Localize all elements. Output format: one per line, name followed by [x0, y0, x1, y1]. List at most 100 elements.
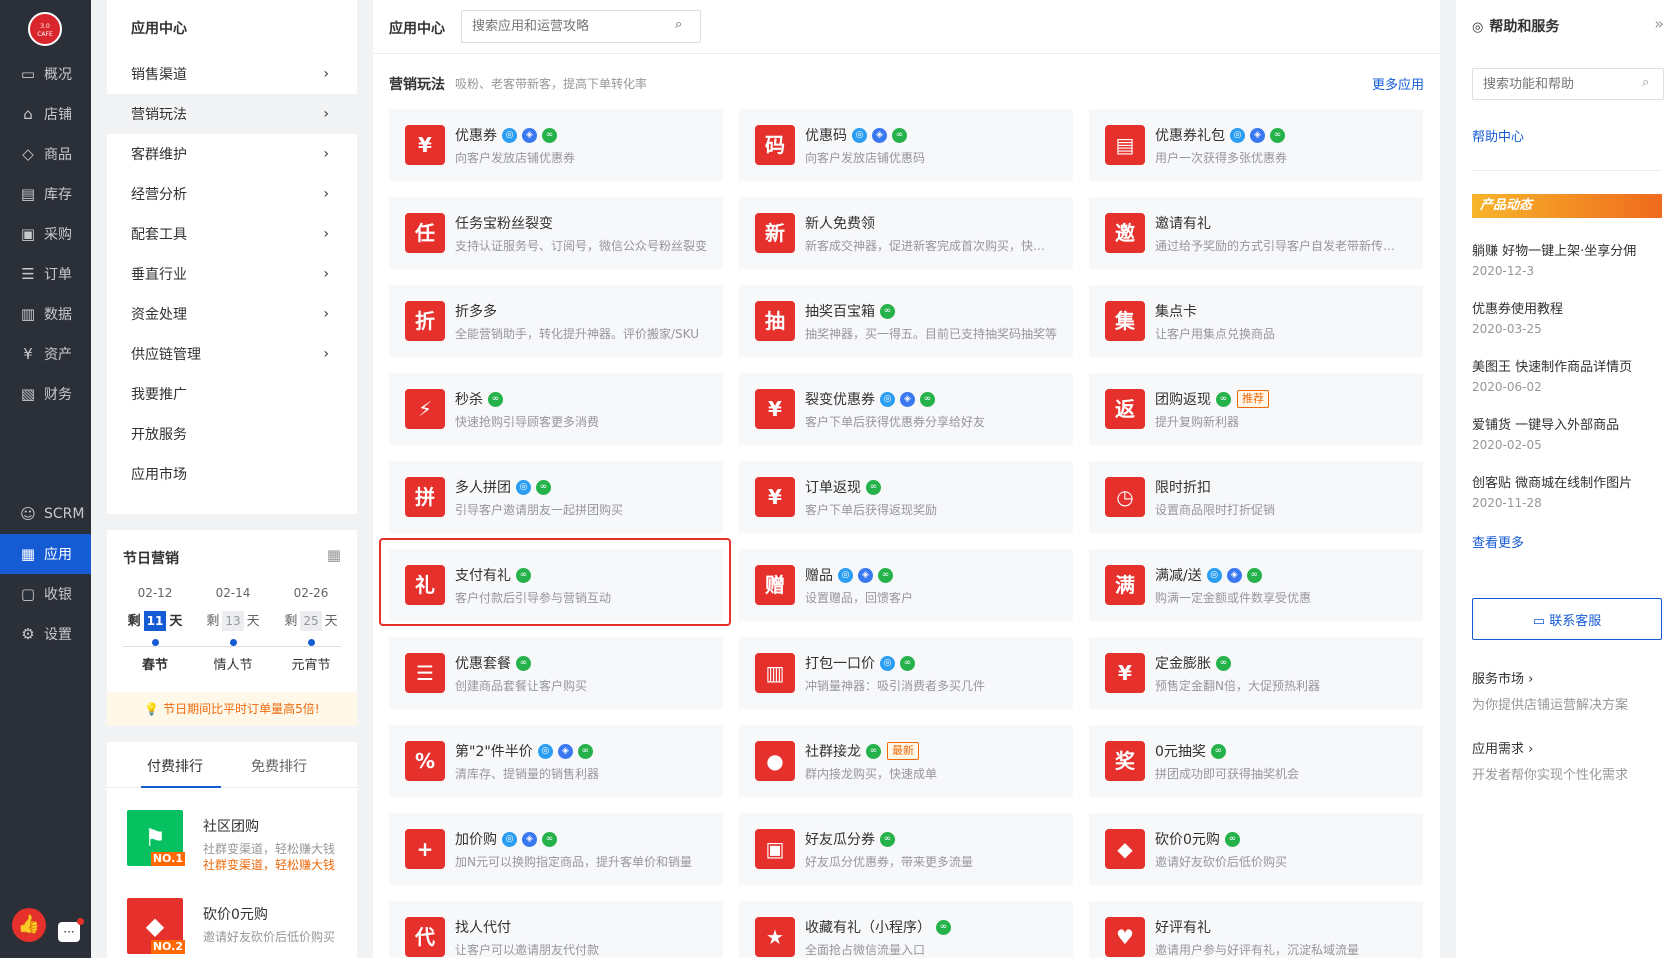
app-card[interactable]: ¥ 订单返现 ∞ 客户下单后获得返现奖励 — [739, 461, 1073, 533]
app-card[interactable]: 新新人免费领 新客成交神器，促进新客完成首次购买，快速提升 — [739, 197, 1073, 269]
app-card[interactable]: 赠赠品 ◎ ◈ ∞ 设置赠品，回馈客户 — [739, 549, 1073, 621]
nav-item-purchase[interactable]: ▣ 采购 — [0, 214, 91, 254]
app-card-title: 折多多 — [455, 301, 497, 321]
help-center-link[interactable]: 帮助中心 — [1472, 126, 1524, 145]
app-card[interactable]: 返团购返现 ∞ 推荐 提升复购新利器 — [1089, 373, 1423, 445]
app-card-name: 集点卡 — [1155, 304, 1197, 320]
app-card[interactable]: 满满减/送 ◎ ◈ ∞ 购满一定金额或件数享受优惠 — [1089, 549, 1423, 621]
ranking-item[interactable]: ◆ NO.2 砍价0元购 邀请好友砍价后低价购买 — [127, 898, 347, 958]
ranking-item[interactable]: ⚑ NO.1 社区团购 社群变渠道，轻松赚大钱 社群变渠道，轻松赚大钱 — [127, 810, 347, 880]
app-card[interactable]: ⚡ 秒杀 ∞ 快速抢购引导顾客更多消费 — [389, 373, 723, 445]
app-card[interactable]: ● 社群接龙 ∞ 最新 群内接龙购买，快速成单 — [739, 725, 1073, 797]
festival-marketing-panel: 节日营销 ▦ 02-12 剩 11 天春节 02-14 剩 13 天情人节 02-26 剩 25 天元… — [107, 530, 357, 726]
search-icon[interactable]: ⌕ — [675, 17, 682, 32]
nav-item-monitor[interactable]: ▭ 概况 — [0, 54, 91, 94]
app-card-desc: 向客户发放店铺优惠码 — [805, 151, 926, 165]
nav-item-apps[interactable]: ▦ 应用 — [0, 534, 91, 574]
collapse-icon[interactable]: » — [1654, 14, 1664, 33]
nav-item-order[interactable]: ☰ 订单 — [0, 254, 91, 294]
nav-item-gear[interactable]: ⚙ 设置 — [0, 614, 91, 654]
submenu-item[interactable]: 我要推广 — [107, 374, 357, 414]
app-card[interactable]: 奖 0元抽奖 ∞ 拼团成功即可获得抽奖机会 — [1089, 725, 1423, 797]
festival-item[interactable]: 02-14 剩 13 天情人节 — [193, 586, 273, 673]
contact-service-button[interactable]: ▭ 联系客服 — [1472, 598, 1662, 640]
news-link[interactable]: 美图王 快速制作商品详情页 — [1472, 356, 1632, 375]
app-card[interactable]: ¥ 定金膨胀 ∞ 预售定金翻N倍，大促预热利器 — [1089, 637, 1423, 709]
submenu-item[interactable]: 供应链管理 › — [107, 334, 357, 374]
nav-item-label: 订单 — [44, 267, 72, 283]
search-icon[interactable]: ⌕ — [1642, 75, 1649, 90]
tab-paid-ranking[interactable]: 付费排行 — [147, 756, 203, 776]
app-card-name: 好评有礼 — [1155, 920, 1211, 936]
news-link[interactable]: 创客贴 微商城在线制作图片 — [1472, 472, 1632, 491]
news-link[interactable]: 爱铺货 一键导入外部商品 — [1472, 414, 1619, 433]
app-card-desc: 邀请好友砍价后低价购买 — [1155, 855, 1288, 869]
tab-free-ranking[interactable]: 免费排行 — [251, 756, 307, 776]
ranking-item-name: 砍价0元购 — [203, 907, 268, 923]
nav-item-chart[interactable]: ▥ 数据 — [0, 294, 91, 334]
app-card[interactable]: ▤ 优惠券礼包 ◎ ◈ ∞ 用户一次获得多张优惠券 — [1089, 109, 1423, 181]
app-card[interactable]: ◆ 砍价0元购 ∞ 邀请好友砍价后低价购买 — [1089, 813, 1423, 885]
store-logo[interactable]: 3.0 CAFE — [28, 12, 62, 46]
service-market-link[interactable]: 服务市场 › — [1472, 668, 1533, 687]
app-card-name: 团购返现 — [1155, 392, 1211, 408]
app-card[interactable]: 礼支付有礼 ∞ 客户付款后引导参与营销互动 — [389, 549, 723, 621]
app-card[interactable]: % 第"2"件半价 ◎ ◈ ∞ 清库存、提销量的销售利器 — [389, 725, 723, 797]
app-card[interactable]: ▥ 打包一口价 ◎ ∞ 冲销量神器：吸引消费者多买几件 — [739, 637, 1073, 709]
app-card-title: 支付有礼 ∞ — [455, 565, 531, 585]
app-card[interactable]: ★ 收藏有礼（小程序） ∞ 全面抢占微信流量入口 — [739, 901, 1073, 958]
app-card[interactable]: + 加价购 ◎ ◈ ∞ 加N元可以换购指定商品，提升客单价和销量 — [389, 813, 723, 885]
app-card[interactable]: ▣ 好友瓜分券 ∞ 好友瓜分优惠券，带来更多流量 — [739, 813, 1073, 885]
remain-label: 剩 — [127, 614, 141, 629]
app-card[interactable]: 码优惠码 ◎ ◈ ∞ 向客户发放店铺优惠码 — [739, 109, 1073, 181]
search-input[interactable] — [461, 10, 701, 43]
nav-item-user[interactable]: ☺ SCRM — [0, 494, 91, 534]
thumbs-up-icon[interactable]: 👍 — [12, 908, 46, 942]
app-card-title: 收藏有礼（小程序） ∞ — [805, 917, 951, 937]
help-search-input[interactable] — [1472, 68, 1664, 100]
nav-item-finance[interactable]: ▧ 财务 — [0, 374, 91, 414]
app-demand-link[interactable]: 应用需求 › — [1472, 738, 1533, 757]
festival-item[interactable]: 02-12 剩 11 天春节 — [115, 586, 195, 673]
app-card-name: 秒杀 — [455, 392, 483, 408]
news-link[interactable]: 优惠券使用教程 — [1472, 298, 1563, 317]
nav-item-label: 数据 — [44, 307, 72, 323]
calendar-icon[interactable]: ▦ — [327, 546, 341, 564]
tag-icon: ◇ — [22, 145, 34, 163]
news-link[interactable]: 躺赚 好物一键上架·坐享分佣 — [1472, 240, 1636, 259]
submenu-item[interactable]: 应用市场 — [107, 454, 357, 494]
day-label: 天 — [324, 614, 338, 629]
submenu-item[interactable]: 资金处理 › — [107, 294, 357, 334]
nav-item-warehouse[interactable]: ▤ 库存 — [0, 174, 91, 214]
submenu-item[interactable]: 开放服务 — [107, 414, 357, 454]
link-icon: ∞ — [542, 831, 557, 847]
more-apps-link[interactable]: 更多应用 — [1372, 74, 1424, 93]
shopping-bag-icon: ⚑ NO.1 — [127, 810, 185, 866]
submenu-item[interactable]: 客群维护 › — [107, 134, 357, 174]
app-card[interactable]: 代找人代付 让客户可以邀请朋友代付款 — [389, 901, 723, 958]
app-card[interactable]: 集集点卡 让客户用集点兑换商品 — [1089, 285, 1423, 357]
see-more-link[interactable]: 查看更多 — [1472, 532, 1524, 551]
app-card[interactable]: ♥ 好评有礼 邀请用户参与好评有礼，沉淀私域流量 — [1089, 901, 1423, 958]
app-card[interactable]: ¥ 裂变优惠券 ◎ ◈ ∞ 客户下单后获得优惠券分享给好友 — [739, 373, 1073, 445]
nav-item-tag[interactable]: ◇ 商品 — [0, 134, 91, 174]
app-card[interactable]: 邀邀请有礼 通过给予奖励的方式引导客户自发老带新传播店铺 — [1089, 197, 1423, 269]
app-card[interactable]: ☰ 优惠套餐 ∞ 创建商品套餐让客户购买 — [389, 637, 723, 709]
festival-countdown: 剩 25 天 — [271, 610, 351, 631]
submenu-item[interactable]: 配套工具 › — [107, 214, 357, 254]
app-card[interactable]: 抽抽奖百宝箱 ∞ 抽奖神器，买一得五。目前已支持抽奖码抽奖等 — [739, 285, 1073, 357]
chat-icon[interactable]: ··· — [58, 918, 84, 942]
submenu-item[interactable]: 销售渠道 › — [107, 54, 357, 94]
submenu-item[interactable]: 经营分析 › — [107, 174, 357, 214]
app-card[interactable]: ◷ 限时折扣 设置商品限时打折促销 — [1089, 461, 1423, 533]
submenu-item[interactable]: 营销玩法 › — [107, 94, 357, 134]
app-card[interactable]: 拼多人拼团 ◎ ∞ 引导客户邀请朋友一起拼团购买 — [389, 461, 723, 533]
submenu-item[interactable]: 垂直行业 › — [107, 254, 357, 294]
nav-item-store[interactable]: ⌂ 店铺 — [0, 94, 91, 134]
app-card[interactable]: 折折多多 全能营销助手，转化提升神器。评价搬家/SKU — [389, 285, 723, 357]
app-card[interactable]: 任任务宝粉丝裂变 支持认证服务号、订阅号，微信公众号粉丝裂变 — [389, 197, 723, 269]
nav-item-cashier[interactable]: ▢ 收银 — [0, 574, 91, 614]
festival-item[interactable]: 02-26 剩 25 天元宵节 — [271, 586, 351, 673]
app-card[interactable]: ¥ 优惠券 ◎ ◈ ∞ 向客户发放店铺优惠券 — [389, 109, 723, 181]
nav-item-yen[interactable]: ¥ 资产 — [0, 334, 91, 374]
